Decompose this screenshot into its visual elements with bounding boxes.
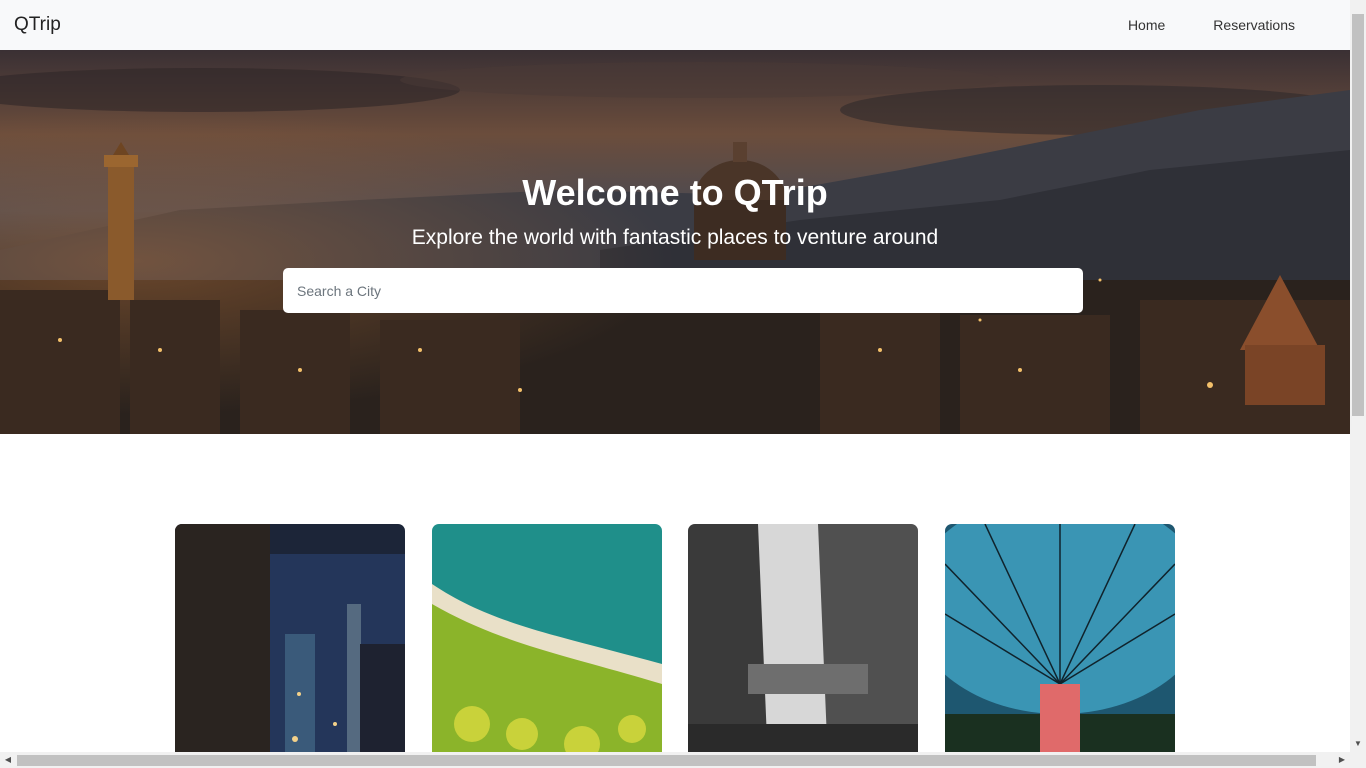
horizontal-scroll-thumb[interactable] xyxy=(17,755,1316,766)
vertical-scroll-thumb[interactable] xyxy=(1352,14,1364,416)
hero-content: Welcome to QTrip Explore the world with … xyxy=(0,50,1350,434)
hero-banner: Welcome to QTrip Explore the world with … xyxy=(0,50,1350,434)
hero-title: Welcome to QTrip xyxy=(522,172,828,213)
city-card[interactable] xyxy=(175,524,405,764)
nav-link-reservations[interactable]: Reservations xyxy=(1213,17,1295,33)
brand-logo[interactable]: QTrip xyxy=(14,14,61,36)
scroll-left-icon[interactable]: ◀ xyxy=(0,752,16,768)
city-card-image xyxy=(688,524,918,764)
nav-link-home[interactable]: Home xyxy=(1128,17,1165,33)
scroll-down-icon[interactable]: ▼ xyxy=(1350,738,1366,750)
city-card[interactable] xyxy=(432,524,662,764)
city-card-image xyxy=(432,524,662,764)
city-card-image xyxy=(175,524,405,764)
hero-subtitle: Explore the world with fantastic places … xyxy=(411,226,939,249)
horizontal-scrollbar[interactable]: ◀ ▶ xyxy=(0,752,1350,768)
vertical-scrollbar[interactable]: ▼ xyxy=(1350,0,1366,752)
top-navbar: QTrip Home Reservations xyxy=(0,0,1350,50)
city-card-image xyxy=(945,524,1175,764)
nav-links: Home Reservations xyxy=(1128,17,1295,33)
scrollbar-corner xyxy=(1350,752,1366,768)
city-cards-grid xyxy=(175,524,1175,764)
city-card[interactable] xyxy=(945,524,1175,764)
city-search-input[interactable] xyxy=(283,268,1083,313)
city-card[interactable] xyxy=(688,524,918,764)
scroll-right-icon[interactable]: ▶ xyxy=(1334,752,1350,768)
